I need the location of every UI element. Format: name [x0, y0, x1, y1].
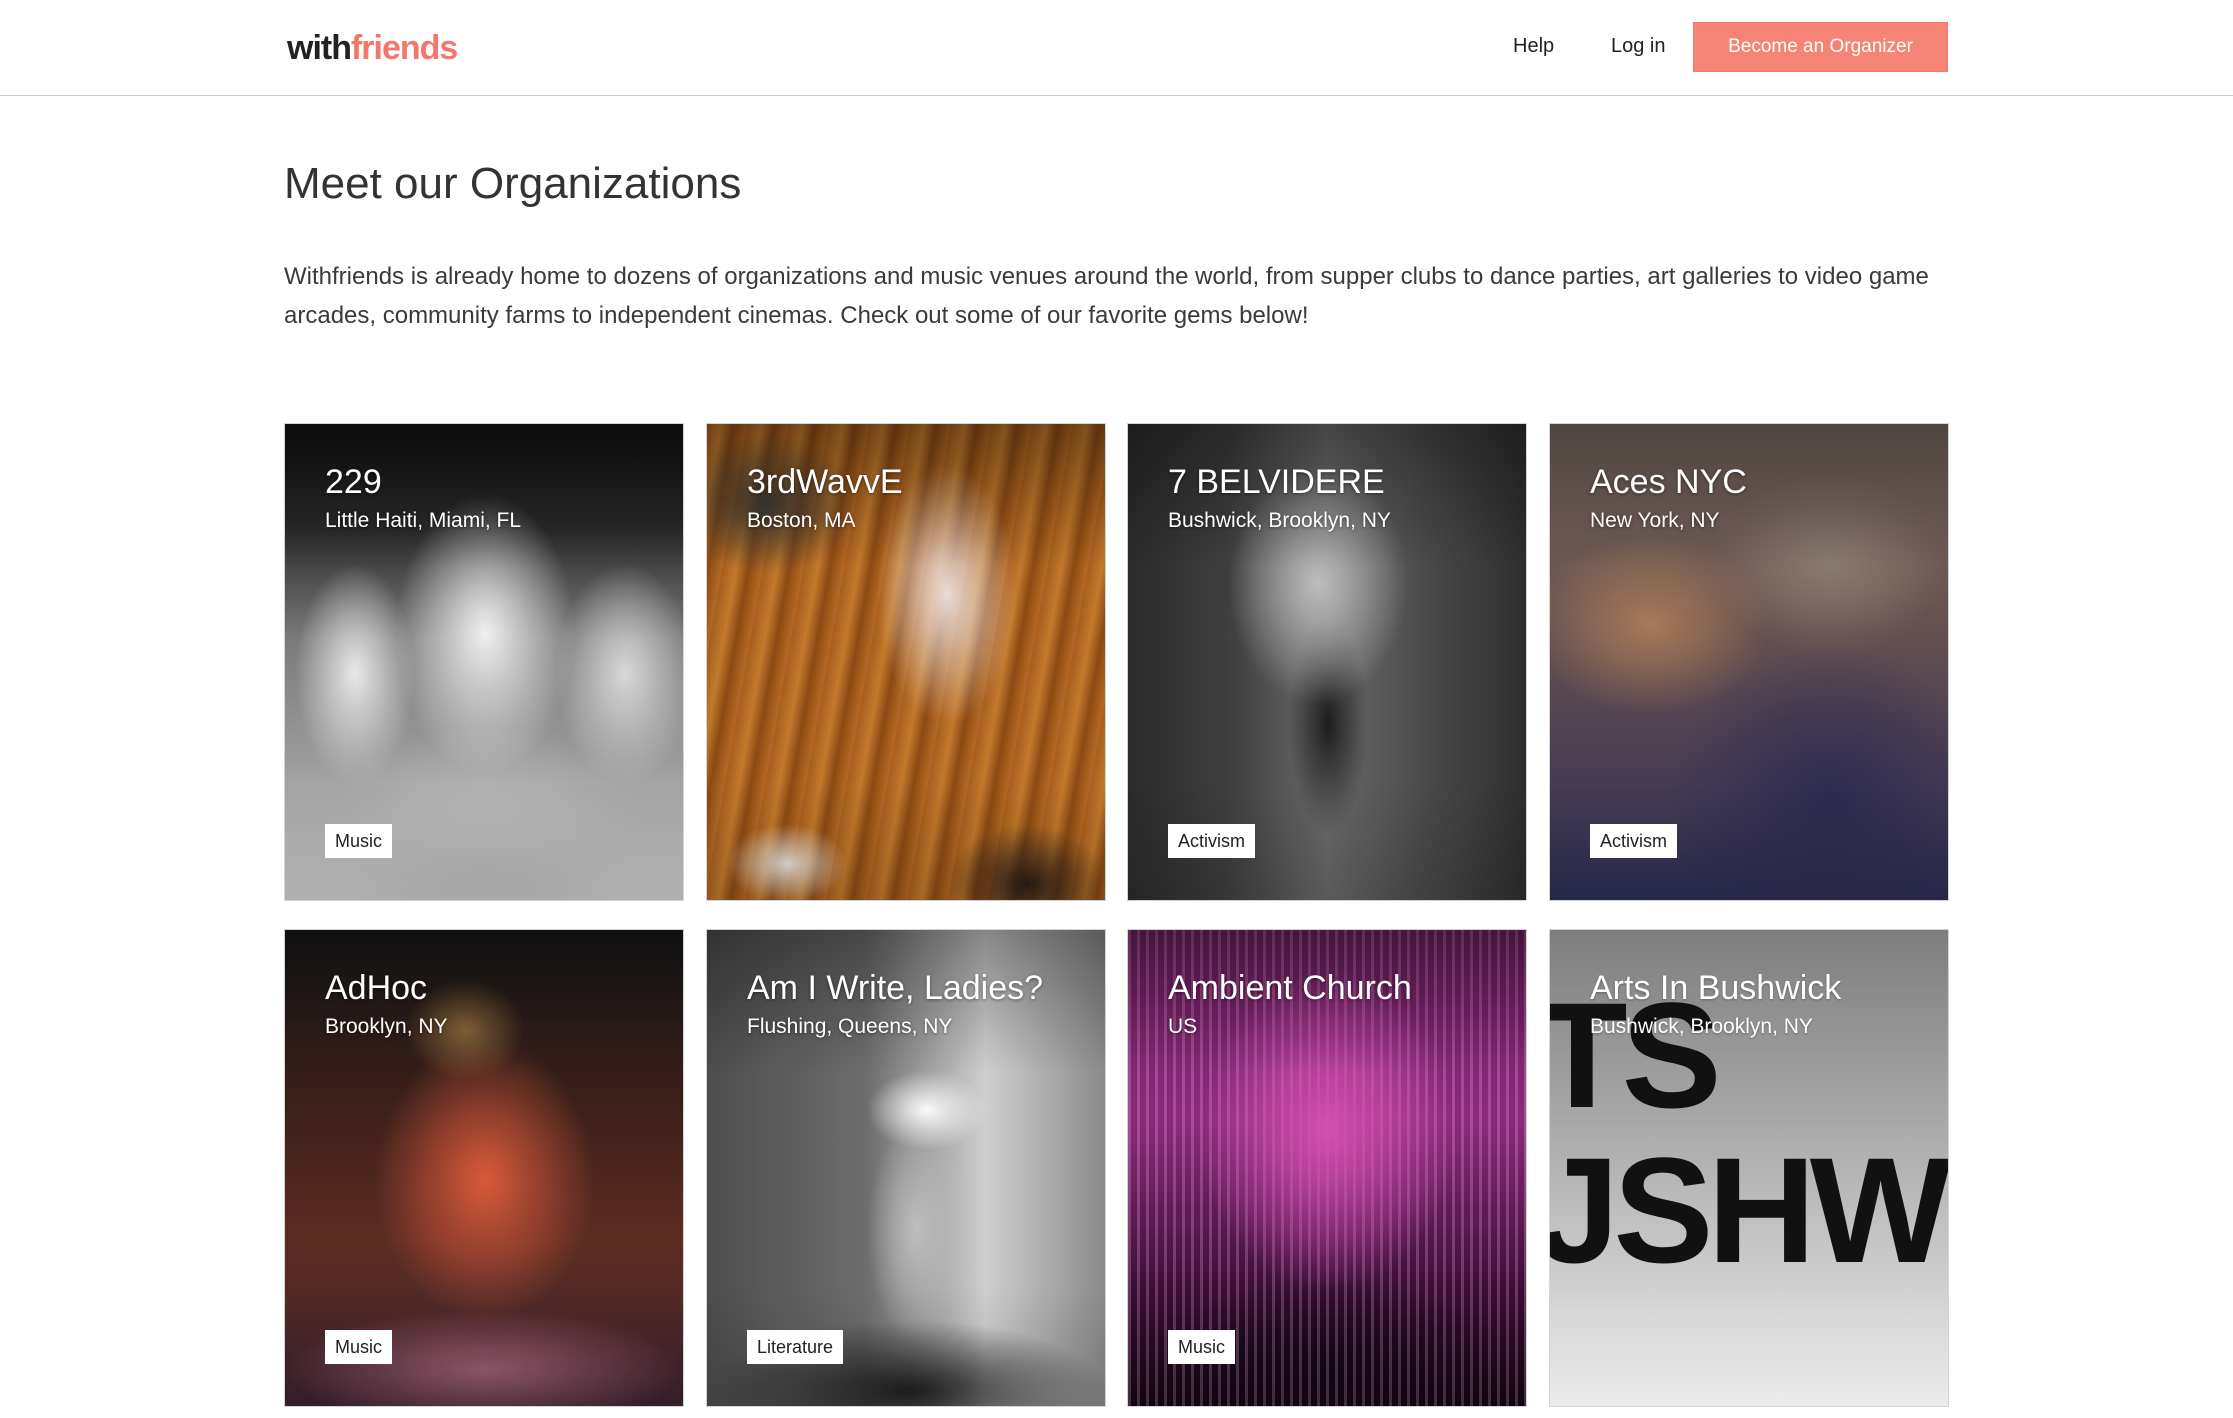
org-name: AdHoc [325, 969, 428, 1007]
logo-friends: friends [350, 29, 458, 67]
org-category-tag: Literature [747, 1330, 844, 1364]
org-card-adhoc[interactable]: AdHoc Brooklyn, NY Music [284, 929, 684, 1407]
org-name: 7 BELVIDERE [1168, 463, 1385, 501]
org-category-tag: Music [325, 824, 393, 858]
org-name: Aces NYC [1590, 463, 1747, 501]
org-name: Ambient Church [1168, 969, 1412, 1007]
nav-login-link[interactable]: Log in [1611, 31, 1666, 61]
org-category-tag: Activism [1168, 824, 1255, 858]
org-card-ambient-church[interactable]: Ambient Church US Music [1127, 929, 1527, 1407]
organization-grid: 229 Little Haiti, Miami, FL Music 3rdWav… [284, 423, 1949, 1418]
page-title: Meet our Organizations [284, 159, 742, 208]
org-category-tag: Music [1168, 1330, 1236, 1364]
org-name: Arts In Bushwick [1590, 969, 1842, 1007]
nav-help-link[interactable]: Help [1513, 31, 1554, 61]
org-card-229[interactable]: 229 Little Haiti, Miami, FL Music [284, 423, 684, 901]
org-location: New York, NY [1590, 509, 1720, 532]
org-card-am-i-write-ladies[interactable]: Am I Write, Ladies? Flushing, Queens, NY… [706, 929, 1106, 1407]
org-name: Am I Write, Ladies? [747, 969, 1044, 1007]
org-card-arts-in-bushwick[interactable]: TS JSHW Arts In Bushwick Bushwick, Brook… [1549, 929, 1949, 1407]
become-organizer-button[interactable]: Become an Organizer [1693, 22, 1948, 72]
card-logo-text: JSHW [1549, 1126, 1948, 1294]
org-category-tag: Music [325, 1330, 393, 1364]
org-location: Bushwick, Brooklyn, NY [1590, 1015, 1813, 1038]
org-location: Boston, MA [747, 509, 856, 532]
org-location: Bushwick, Brooklyn, NY [1168, 509, 1391, 532]
org-location: Flushing, Queens, NY [747, 1015, 953, 1038]
org-name: 3rdWavvE [747, 463, 903, 501]
org-location: Little Haiti, Miami, FL [325, 509, 522, 532]
withfriends-logo[interactable]: withfriends [287, 26, 458, 70]
org-name: 229 [325, 463, 382, 501]
org-card-aces-nyc[interactable]: Aces NYC New York, NY Activism [1549, 423, 1949, 901]
org-location: US [1168, 1015, 1198, 1038]
logo-with: with [287, 29, 352, 67]
org-category-tag: Activism [1590, 824, 1677, 858]
org-card-3rdwavve[interactable]: 3rdWavvE Boston, MA [706, 423, 1106, 901]
org-location: Brooklyn, NY [325, 1015, 448, 1038]
site-header: withfriends Help Log in Become an Organi… [0, 0, 2233, 96]
org-card-7-belvidere[interactable]: 7 BELVIDERE Bushwick, Brooklyn, NY Activ… [1127, 423, 1527, 901]
intro-paragraph: Withfriends is already home to dozens of… [284, 263, 1929, 329]
